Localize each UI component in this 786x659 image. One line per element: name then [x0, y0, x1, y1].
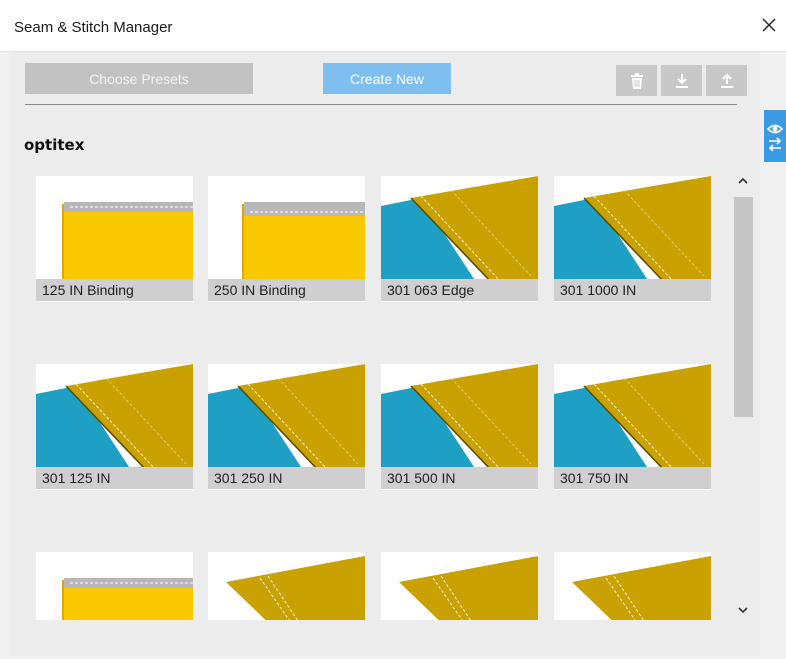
preset-label: 301 750 IN [554, 467, 711, 489]
export-button[interactable] [706, 65, 747, 96]
close-button[interactable] [756, 12, 782, 38]
close-icon [762, 18, 776, 32]
scroll-up-button[interactable] [732, 170, 754, 192]
side-panel-tab[interactable] [764, 110, 786, 162]
toolbar-divider [25, 104, 737, 105]
download-icon [675, 73, 688, 88]
preset-thumbnail [381, 552, 538, 620]
preset-thumbnail [208, 552, 365, 620]
preset-tile[interactable] [36, 552, 193, 620]
chevron-up-icon [738, 177, 748, 184]
window-title: Seam & Stitch Manager [14, 19, 173, 36]
preset-label: 301 125 IN [36, 467, 193, 489]
preset-label: 301 500 IN [381, 467, 538, 489]
upload-icon [720, 73, 733, 88]
preset-label: 301 1000 IN [554, 279, 711, 301]
trash-icon [630, 72, 643, 89]
preset-tile[interactable] [208, 552, 365, 620]
main-panel: Choose Presets Create New optitex 125 IN… [10, 52, 760, 656]
scroll-down-button[interactable] [732, 599, 754, 621]
choose-presets-button[interactable]: Choose Presets [25, 63, 253, 94]
preset-thumbnail [36, 552, 193, 620]
preset-tile[interactable]: 301 125 IN [36, 364, 193, 490]
preset-tile[interactable]: 125 IN Binding [36, 176, 193, 302]
seam-stitch-manager-window: Seam & Stitch Manager Choose Presets Cre… [0, 0, 786, 659]
preset-label: 125 IN Binding [36, 279, 193, 301]
import-button[interactable] [661, 65, 702, 96]
create-new-button[interactable]: Create New [323, 63, 451, 94]
group-title: optitex [24, 136, 85, 154]
preset-tile[interactable]: 301 750 IN [554, 364, 711, 490]
preset-tile[interactable]: 301 500 IN [381, 364, 538, 490]
chevron-down-icon [738, 607, 748, 614]
preset-label: 250 IN Binding [208, 279, 365, 301]
preset-tile[interactable]: 301 1000 IN [554, 176, 711, 302]
preset-label: 301 250 IN [208, 467, 365, 489]
preset-tile[interactable]: 301 063 Edge [381, 176, 538, 302]
eye-swap-icon [766, 124, 784, 152]
title-bar: Seam & Stitch Manager [0, 0, 786, 52]
preset-grid: 125 IN Binding 250 IN Binding 301 063 Ed… [36, 176, 726, 620]
preset-thumbnail [554, 552, 711, 620]
delete-button[interactable] [616, 65, 657, 96]
preset-tile[interactable]: 250 IN Binding [208, 176, 365, 302]
preset-tile[interactable] [554, 552, 711, 620]
preset-label: 301 063 Edge [381, 279, 538, 301]
preset-tile[interactable]: 301 250 IN [208, 364, 365, 490]
preset-tile[interactable] [381, 552, 538, 620]
vertical-scrollbar[interactable] [732, 170, 754, 621]
scroll-thumb[interactable] [734, 197, 753, 417]
